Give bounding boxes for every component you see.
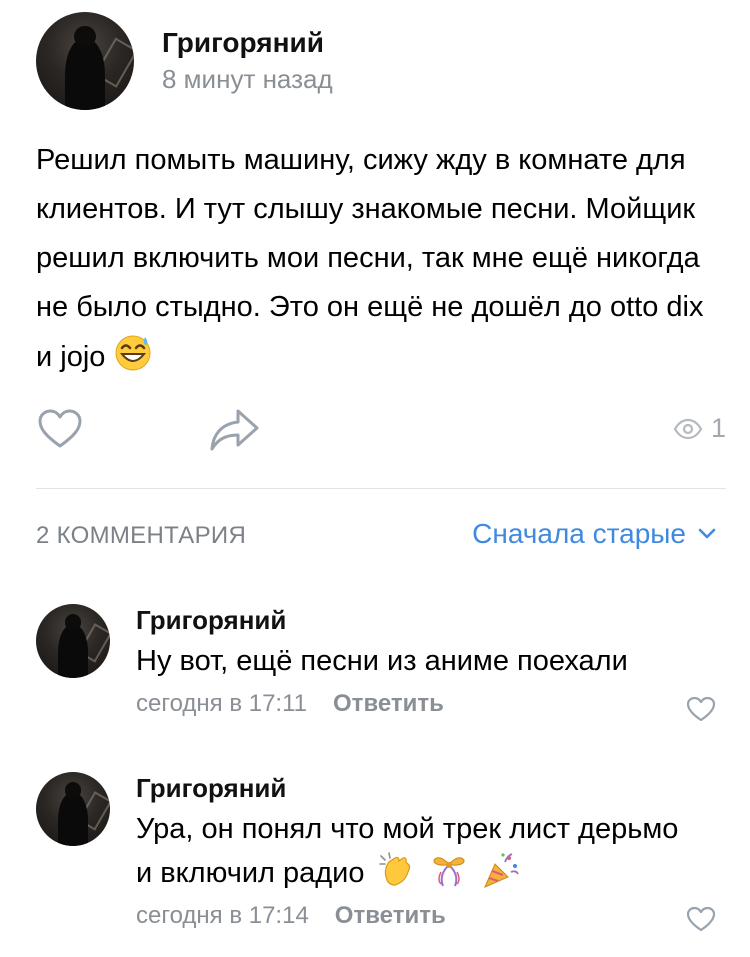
ribbon-emoji [433, 857, 465, 887]
chevron-down-icon [698, 528, 716, 539]
share-icon[interactable] [208, 407, 260, 453]
party-popper-emoji [483, 853, 519, 888]
avatar-figure [58, 624, 88, 678]
views-count: 1 [710, 413, 726, 443]
comment-author-avatar[interactable] [36, 604, 110, 678]
heart-icon[interactable] [36, 405, 84, 453]
avatar-figure [58, 792, 88, 846]
comment-text: Ну вот, ещё песни из аниме поехали [136, 645, 628, 677]
post-author-name[interactable]: Григоряний [162, 26, 333, 60]
comment-meta: сегодня в 17:11 Ответить [136, 690, 696, 718]
comment-body: Григоряний Ура, он понял что мой трек ли… [136, 772, 696, 930]
comment-author-name[interactable]: Григоряний [136, 772, 696, 804]
comments-sort-dropdown[interactable]: Сначала старые [472, 518, 716, 550]
comments-header: 2 КОММЕНТАРИЯ Сначала старые [36, 518, 716, 558]
sort-label: Сначала старые [472, 518, 686, 549]
reply-button[interactable]: Ответить [333, 690, 444, 718]
comment-author-avatar[interactable] [36, 772, 110, 846]
heart-icon[interactable] [686, 694, 716, 724]
comment-meta: сегодня в 17:14 Ответить [136, 902, 696, 930]
clapping-hands-emoji [378, 852, 410, 886]
post-header-text: Григоряний 8 минут назад [162, 26, 333, 96]
post-text: Решил помыть машину, сижу жду в комнате … [36, 136, 726, 382]
post-actions: 1 [36, 405, 726, 465]
comment-text: Ура, он понял что мой трек лист дерьмо и… [136, 808, 696, 894]
heart-icon[interactable] [686, 904, 716, 934]
comment-timestamp: сегодня в 17:11 [136, 690, 308, 717]
comment-author-name[interactable]: Григоряний [136, 604, 696, 636]
avatar-figure-head [74, 25, 96, 48]
comment-timestamp: сегодня в 17:14 [136, 902, 309, 929]
comment-body: Григоряний Ну вот, ещё песни из аниме по… [136, 604, 696, 718]
avatar-figure-head [64, 782, 82, 799]
post-header: Григоряний 8 минут назад [36, 12, 333, 110]
author-avatar[interactable] [36, 12, 134, 110]
comments-count-label: 2 КОММЕНТАРИЯ [36, 522, 247, 549]
avatar-figure-head [64, 614, 82, 631]
comment-item: Григоряний Ура, он понял что мой трек ли… [36, 772, 726, 942]
eye-icon [673, 418, 703, 439]
sweat-smile-emoji [115, 335, 151, 371]
avatar-figure [65, 39, 105, 110]
reply-button[interactable]: Ответить [335, 902, 446, 930]
divider [36, 488, 726, 489]
post-timestamp[interactable]: 8 минут назад [162, 62, 333, 96]
views-counter: 1 [673, 413, 726, 444]
comment-item: Григоряний Ну вот, ещё песни из аниме по… [36, 604, 726, 724]
